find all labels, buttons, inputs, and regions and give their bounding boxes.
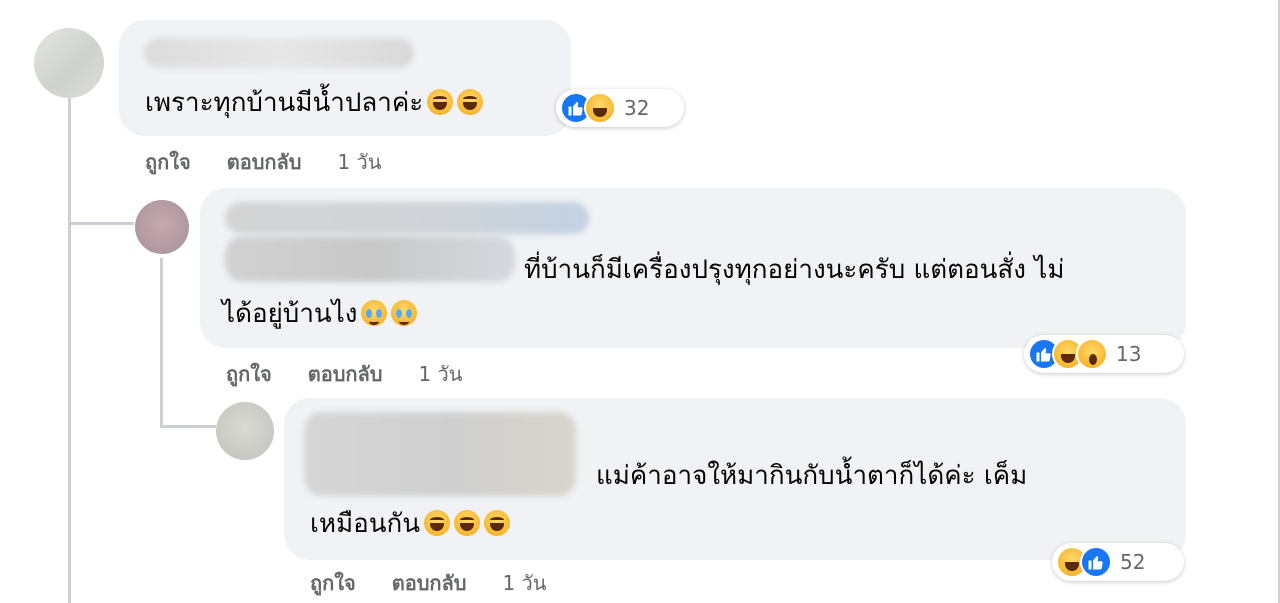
comment-text: แม่ค้าอาจให้มากินกับน้ำตาก็ได้ค่ะ เค็ม: [596, 456, 1027, 496]
comment-text: เหมือนกัน: [310, 504, 511, 544]
author-name-blurred: [225, 236, 515, 282]
thread-branch-nested: [160, 425, 216, 428]
timestamp[interactable]: 1 วัน: [502, 571, 546, 595]
avatar[interactable]: [34, 28, 104, 98]
laughing-emoji: [454, 510, 481, 536]
reply-link[interactable]: ตอบกลับ: [392, 571, 467, 595]
laughing-emoji: [424, 510, 451, 536]
reaction-summary[interactable]: 32: [556, 89, 684, 127]
reply-link[interactable]: ตอบกลับ: [227, 150, 302, 174]
reaction-count: 52: [1120, 550, 1146, 574]
comment-text: ที่บ้านก็มีเครื่องปรุงทุกอย่างนะครับ แต่…: [524, 250, 1064, 290]
like-link[interactable]: ถูกใจ: [226, 362, 272, 386]
reaction-summary[interactable]: 52: [1052, 543, 1184, 581]
thread-line-nested: [160, 258, 163, 428]
author-name-blurred[interactable]: [304, 412, 576, 496]
avatar[interactable]: [216, 402, 274, 460]
haha-icon: [584, 92, 616, 124]
thread-branch: [68, 222, 134, 225]
reaction-count: 13: [1116, 342, 1142, 366]
laughing-emoji: [457, 89, 484, 115]
laughing-emoji: [484, 510, 511, 536]
author-name-blurred[interactable]: [225, 202, 589, 234]
like-icon: [1080, 546, 1112, 578]
laughing-emoji: [427, 89, 454, 115]
like-link[interactable]: ถูกใจ: [310, 571, 356, 595]
comment-thread: เพราะทุกบ้านมีน้ำปลาค่ะ 32 ถูกใจ ตอบกลับ 1…: [0, 0, 1280, 603]
crying-emoji: [361, 300, 388, 326]
comment-text-content: ที่บ้านก็มีเครื่องปรุงทุกอย่างนะครับ แต่…: [524, 255, 1065, 285]
comment-text: ได้อยู่บ้านไง: [222, 294, 418, 334]
comment-actions: ถูกใจ ตอบกลับ 1 วัน: [145, 146, 417, 178]
comment-text-content: เพราะทุกบ้านมีน้ำปลาค่ะ: [145, 88, 424, 118]
thread-line: [68, 98, 71, 603]
comment-text-content: ได้อยู่บ้านไง: [222, 299, 358, 329]
comment-actions: ถูกใจ ตอบกลับ 1 วัน: [310, 567, 582, 599]
comment-text-content: เหมือนกัน: [310, 509, 421, 539]
timestamp[interactable]: 1 วัน: [337, 150, 381, 174]
author-name-blurred[interactable]: [144, 38, 414, 68]
avatar[interactable]: [135, 200, 189, 254]
crying-emoji: [391, 300, 418, 326]
reaction-summary[interactable]: 13: [1024, 335, 1184, 373]
timestamp[interactable]: 1 วัน: [418, 362, 462, 386]
reaction-count: 32: [624, 96, 650, 120]
comment-actions: ถูกใจ ตอบกลับ 1 วัน: [226, 358, 498, 390]
reply-link[interactable]: ตอบกลับ: [308, 362, 383, 386]
like-link[interactable]: ถูกใจ: [145, 150, 191, 174]
comment-text-content: แม่ค้าอาจให้มากินกับน้ำตาก็ได้ค่ะ เค็ม: [596, 461, 1028, 491]
comment-text: เพราะทุกบ้านมีน้ำปลาค่ะ: [145, 83, 484, 123]
wow-icon: [1076, 338, 1108, 370]
